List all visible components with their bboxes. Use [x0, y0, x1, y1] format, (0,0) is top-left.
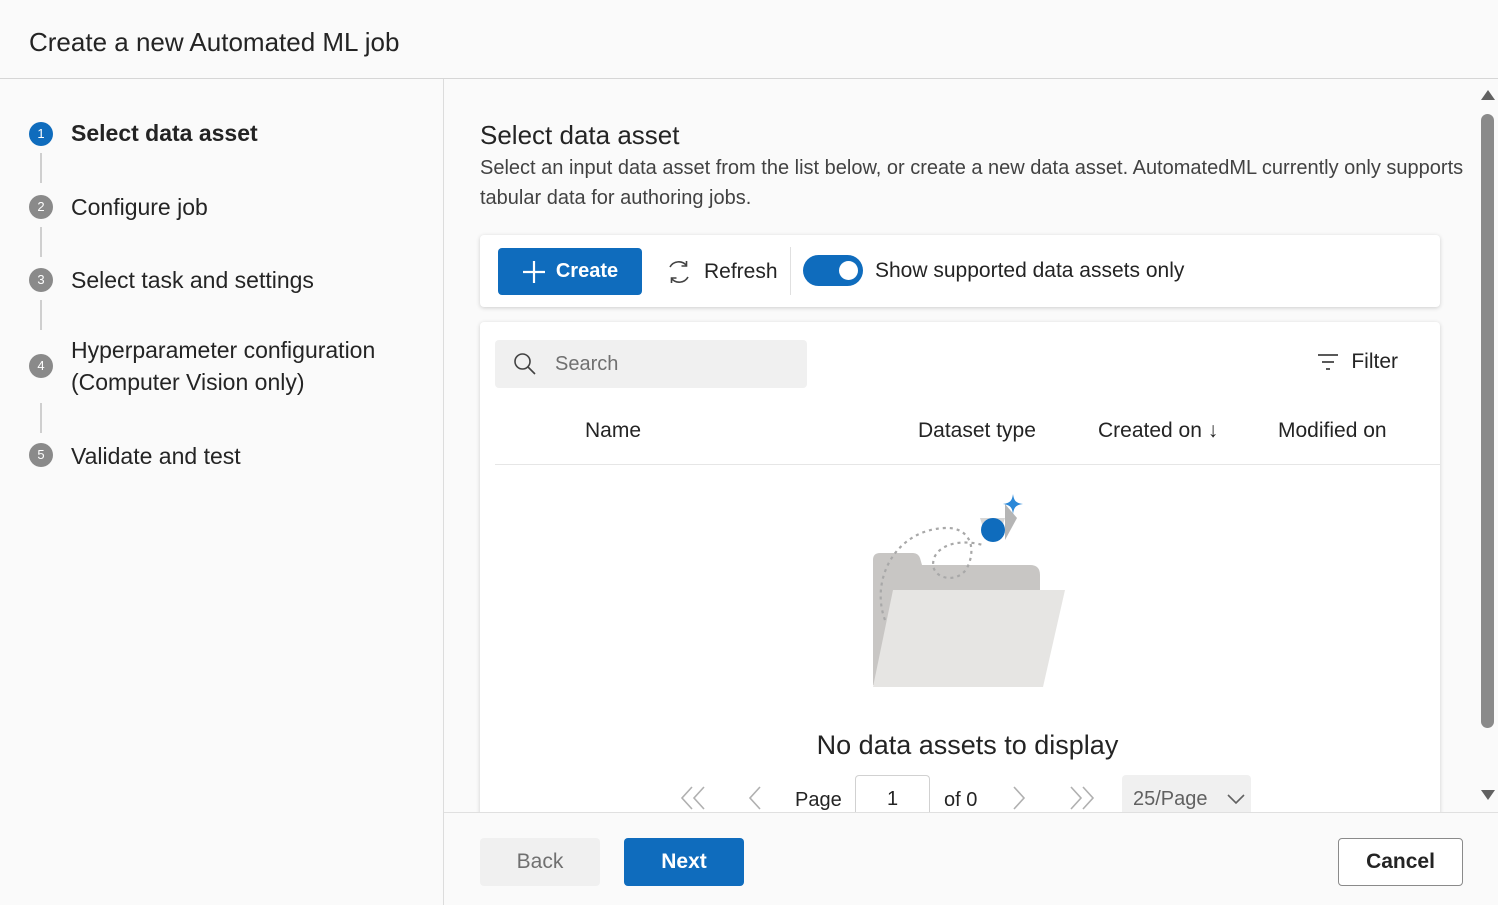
- filter-button[interactable]: Filter: [1317, 350, 1398, 374]
- supported-assets-toggle[interactable]: [803, 255, 863, 286]
- step-label-line2: (Computer Vision only): [71, 369, 305, 395]
- search-input[interactable]: [555, 352, 785, 376]
- page-number-input[interactable]: 1: [855, 775, 930, 813]
- step-number-1: 1: [29, 122, 53, 146]
- column-header-dataset-type[interactable]: Dataset type: [918, 419, 1036, 443]
- section-description: Select an input data asset from the list…: [480, 157, 1464, 209]
- step-label: Select task and settings: [71, 267, 314, 293]
- section-title: Select data asset: [480, 120, 680, 150]
- table-header-divider: [495, 464, 1440, 465]
- vertical-scrollbar[interactable]: [1478, 86, 1498, 806]
- step-number-3: 3: [29, 268, 53, 292]
- wizard-stepper: 1 Select data asset 2 Configure job 3 Se…: [0, 79, 444, 905]
- step-connector: [40, 227, 42, 257]
- create-button[interactable]: Create: [498, 248, 642, 295]
- pagination: Page 1 of 0 25/Page: [480, 773, 1440, 813]
- page-size-value: 25/Page: [1133, 787, 1208, 810]
- cancel-button[interactable]: Cancel: [1338, 838, 1463, 886]
- chevron-down-icon: [1226, 794, 1245, 805]
- prev-page-icon[interactable]: [746, 785, 764, 811]
- step-label-line1: Hyperparameter configuration: [71, 337, 376, 363]
- create-button-label: Create: [555, 260, 619, 282]
- page-label: Page: [795, 789, 842, 811]
- next-button[interactable]: Next: [624, 838, 744, 886]
- page-size-dropdown[interactable]: 25/Page: [1122, 775, 1251, 813]
- page-count: of 0: [944, 789, 978, 811]
- refresh-icon: [669, 260, 689, 283]
- step-connector: [40, 300, 42, 330]
- toggle-label: Show supported data assets only: [875, 259, 1185, 282]
- refresh-button-label: Refresh: [704, 259, 778, 283]
- empty-state-message: No data assets to display: [816, 730, 1119, 760]
- column-header-created-on[interactable]: Created on ↓: [1098, 419, 1218, 443]
- main-content: Select data asset Select an input data a…: [444, 79, 1498, 813]
- refresh-button[interactable]: Refresh: [660, 248, 784, 295]
- column-header-modified-on[interactable]: Modified on: [1278, 419, 1387, 443]
- search-box[interactable]: [495, 340, 807, 388]
- toggle-knob: [839, 261, 858, 280]
- step-connector: [40, 153, 42, 183]
- first-page-icon[interactable]: [679, 785, 707, 811]
- scroll-thumb[interactable]: [1481, 114, 1494, 728]
- step-label: Validate and test: [71, 443, 241, 469]
- data-assets-panel: Filter Name Dataset type Created on ↓ Mo…: [480, 322, 1440, 813]
- search-icon: [514, 353, 536, 375]
- step-label: Select data asset: [71, 120, 258, 146]
- step-number-2: 2: [29, 195, 53, 219]
- toolbar: Create Refresh Show supported data asset…: [480, 235, 1440, 307]
- last-page-icon[interactable]: [1068, 785, 1096, 811]
- scroll-down-arrow[interactable]: [1481, 790, 1495, 800]
- empty-folder-illustration: [873, 494, 1065, 687]
- step-number-4: 4: [29, 354, 53, 378]
- scroll-up-arrow[interactable]: [1481, 90, 1495, 100]
- toolbar-divider: [790, 247, 791, 295]
- step-number-5: 5: [29, 443, 53, 467]
- column-header-name[interactable]: Name: [585, 419, 641, 443]
- step-label: Configure job: [71, 194, 208, 220]
- back-button[interactable]: Back: [480, 838, 600, 886]
- plus-icon: [522, 260, 545, 283]
- dialog-title: Create a new Automated ML job: [29, 27, 400, 57]
- filter-icon: [1318, 354, 1339, 370]
- dialog-footer: Back Next Cancel: [444, 812, 1498, 905]
- filter-label: Filter: [1351, 350, 1398, 373]
- dialog-header: Create a new Automated ML job: [0, 0, 1498, 79]
- step-connector: [40, 403, 42, 433]
- next-page-icon[interactable]: [1010, 785, 1028, 811]
